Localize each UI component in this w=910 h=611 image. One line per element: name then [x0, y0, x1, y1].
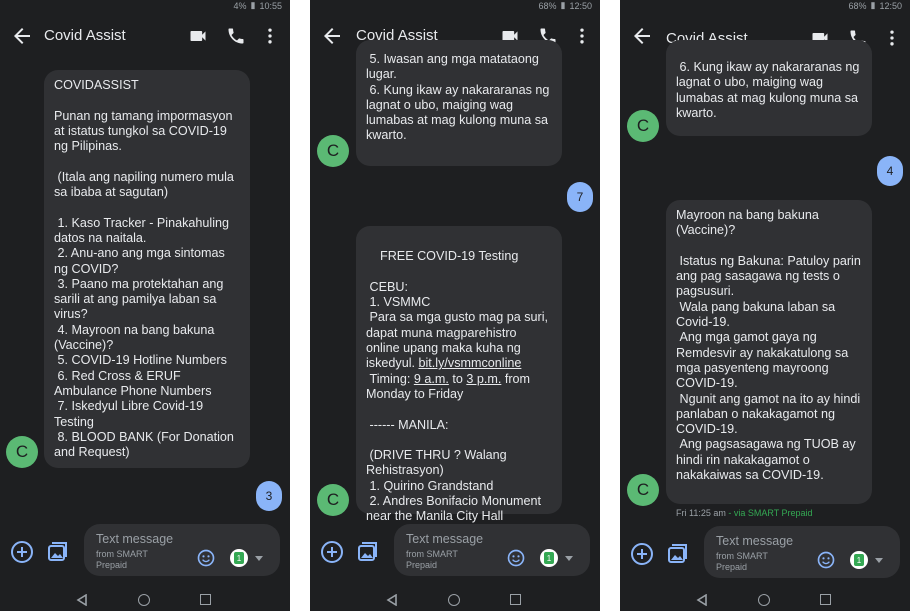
- battery-icon: ▮: [870, 0, 876, 10]
- message-text: to: [448, 371, 467, 386]
- message-input[interactable]: Text message from SMART Prepaid 1: [84, 524, 280, 576]
- battery-icon: ▮: [250, 0, 256, 10]
- message-input[interactable]: Text message from SMART Prepaid 1: [394, 524, 590, 576]
- nav-back-icon[interactable]: [76, 594, 88, 606]
- nav-recents-icon[interactable]: [820, 594, 831, 605]
- sim-carrier-label: from SMART Prepaid: [716, 551, 768, 572]
- clock: 10:55: [259, 0, 282, 11]
- contact-avatar: C: [627, 110, 659, 142]
- phone-call-icon[interactable]: [226, 26, 246, 46]
- contact-avatar: C: [317, 484, 349, 516]
- emoji-icon[interactable]: [506, 548, 526, 568]
- nav-recents-icon[interactable]: [200, 594, 211, 605]
- incoming-message-bubble[interactable]: COVIDASSIST Punan ng tamang impormasyon …: [44, 70, 250, 468]
- sim-carrier-label: from SMART Prepaid: [406, 549, 458, 570]
- incoming-message-bubble[interactable]: 6. Kung ikaw ay nakararanas ng lagnat o …: [666, 40, 872, 136]
- chevron-down-icon[interactable]: [875, 558, 883, 563]
- contact-avatar: C: [6, 436, 38, 468]
- emoji-icon[interactable]: [196, 548, 216, 568]
- phone-screen-1: 4% ▮ 10:55 Covid Assist COVIDASSIST Puna…: [0, 0, 290, 611]
- message-input-placeholder: Text message: [406, 532, 484, 546]
- more-options-icon[interactable]: [882, 28, 902, 48]
- message-time-link[interactable]: 3 p.m.: [466, 372, 501, 386]
- message-text: from Monday to Friday ------ MANILA: (DR…: [366, 371, 542, 524]
- system-nav-bar: [310, 588, 600, 611]
- incoming-message-bubble[interactable]: FREE COVID-19 Testing CEBU: 1. VSMMC Par…: [356, 226, 562, 523]
- conversation-title: Covid Assist: [44, 27, 126, 44]
- contact-avatar: C: [627, 474, 659, 506]
- status-bar: 68% ▮ 12:50: [620, 0, 910, 12]
- message-text: FREE COVID-19 Testing CEBU: 1. VSMMC Par…: [366, 249, 549, 371]
- system-nav-bar: [620, 588, 910, 611]
- message-link[interactable]: bit.ly/vsmmconline: [419, 356, 522, 370]
- sim-number: 1: [854, 554, 864, 566]
- add-attachment-icon[interactable]: [10, 540, 34, 564]
- nav-home-icon[interactable]: [758, 594, 770, 606]
- outgoing-message-bubble[interactable]: 7: [567, 182, 593, 212]
- battery-icon: ▮: [560, 0, 566, 10]
- phone-screen-3: 68% ▮ 12:50 Covid Assist 6. Kung ikaw ay…: [620, 0, 910, 611]
- message-input[interactable]: Text message from SMART Prepaid 1: [704, 526, 900, 578]
- compose-bar: Text message from SMART Prepaid 1: [310, 520, 600, 578]
- back-arrow-icon[interactable]: [630, 24, 654, 48]
- message-time-link[interactable]: 9 a.m.: [414, 372, 449, 386]
- nav-back-icon[interactable]: [386, 594, 398, 606]
- sim-number: 1: [544, 552, 554, 564]
- message-input-placeholder: Text message: [716, 534, 794, 548]
- system-nav-bar: [0, 588, 290, 611]
- nav-home-icon[interactable]: [448, 594, 460, 606]
- sim-selector-icon[interactable]: 1: [540, 549, 558, 567]
- gallery-icon[interactable]: [356, 540, 380, 564]
- message-timestamp: Fri 11:25 am - via SMART Prepaid: [676, 508, 813, 518]
- compose-bar: Text message from SMART Prepaid 1: [620, 522, 910, 580]
- nav-home-icon[interactable]: [138, 594, 150, 606]
- incoming-message-bubble[interactable]: 5. Iwasan ang mga matataong lugar. 6. Ku…: [356, 40, 562, 166]
- battery-text: 4%: [233, 0, 247, 11]
- clock: 12:50: [569, 0, 592, 11]
- contact-avatar: C: [317, 135, 349, 167]
- sim-carrier-label: from SMART Prepaid: [96, 549, 148, 570]
- message-text: Timing:: [369, 371, 411, 386]
- gallery-icon[interactable]: [666, 542, 690, 566]
- timestamp-time: Fri 11:25 am: [676, 508, 726, 518]
- sim-selector-icon[interactable]: 1: [230, 549, 248, 567]
- chevron-down-icon[interactable]: [255, 556, 263, 561]
- outgoing-message-bubble[interactable]: 4: [877, 156, 903, 186]
- outgoing-message-bubble[interactable]: 3: [256, 481, 282, 511]
- battery-text: 68%: [848, 0, 867, 11]
- video-call-icon[interactable]: [188, 26, 208, 46]
- status-bar: 4% ▮ 10:55: [0, 0, 290, 12]
- battery-text: 68%: [538, 0, 557, 11]
- gallery-icon[interactable]: [46, 540, 70, 564]
- add-attachment-icon[interactable]: [630, 542, 654, 566]
- sim-number: 1: [234, 552, 244, 564]
- compose-bar: Text message from SMART Prepaid 1: [0, 520, 290, 578]
- emoji-icon[interactable]: [816, 550, 836, 570]
- message-input-placeholder: Text message: [96, 532, 174, 546]
- status-bar: 68% ▮ 12:50: [310, 0, 600, 12]
- back-arrow-icon[interactable]: [320, 24, 344, 48]
- add-attachment-icon[interactable]: [320, 540, 344, 564]
- back-arrow-icon[interactable]: [10, 24, 34, 48]
- nav-recents-icon[interactable]: [510, 594, 521, 605]
- clock: 12:50: [879, 0, 902, 11]
- nav-back-icon[interactable]: [696, 594, 708, 606]
- more-options-icon[interactable]: [260, 26, 280, 46]
- incoming-message-bubble[interactable]: Mayroon na bang bakuna (Vaccine)? Istatu…: [666, 200, 872, 504]
- app-bar: Covid Assist: [0, 18, 290, 56]
- more-options-icon[interactable]: [572, 26, 592, 46]
- sim-selector-icon[interactable]: 1: [850, 551, 868, 569]
- chevron-down-icon[interactable]: [565, 556, 573, 561]
- phone-screen-2: 68% ▮ 12:50 Covid Assist 5. Iwasan ang m…: [310, 0, 600, 611]
- timestamp-via: - via SMART Prepaid: [725, 508, 813, 518]
